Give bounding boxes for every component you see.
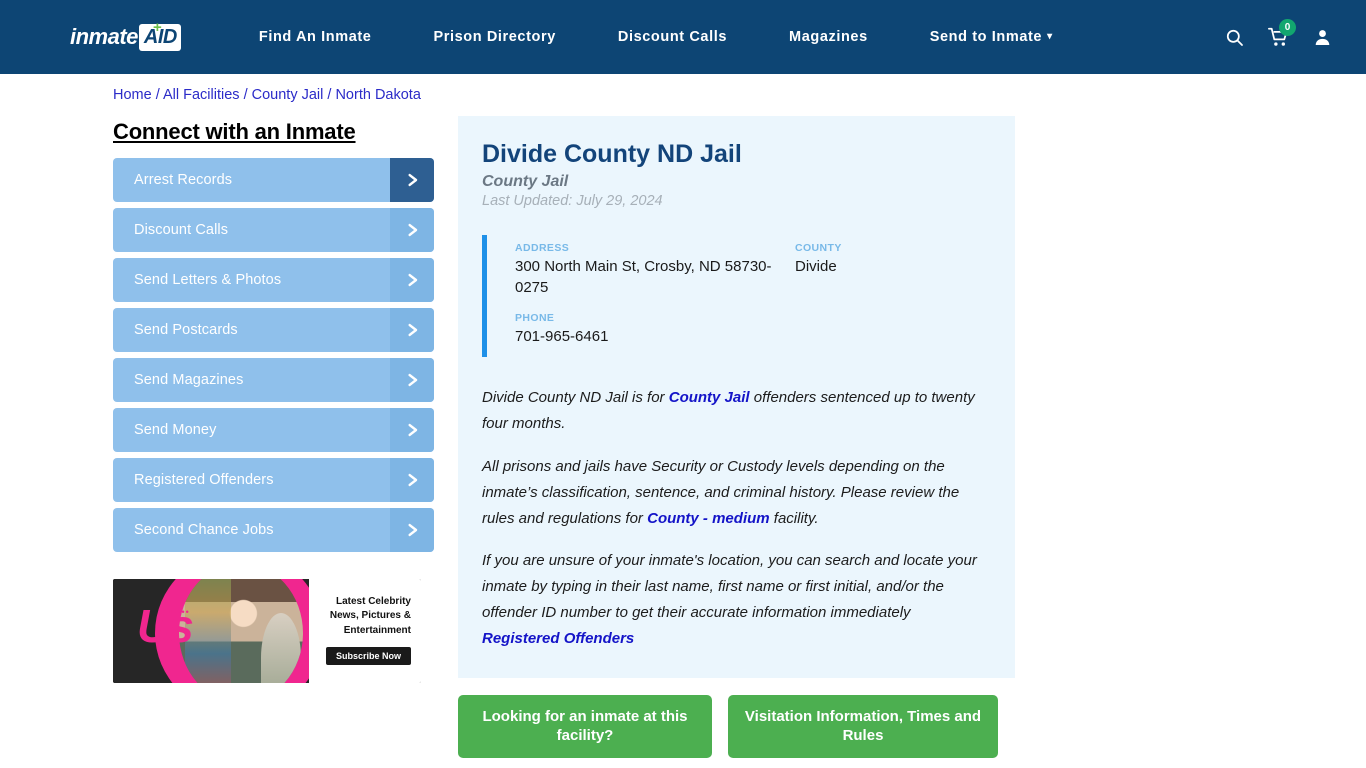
- breadcrumb-separator: /: [243, 87, 248, 103]
- page-body: Home / All Facilities / County Jail / No…: [0, 74, 1366, 758]
- nav-label: Send to Inmate: [929, 29, 1043, 45]
- ad-message-panel: Latest Celebrity News, Pictures & Entert…: [309, 578, 421, 683]
- sidebar-item-label: Send Letters & Photos: [134, 271, 282, 288]
- sidebar-item-discount-calls[interactable]: Discount Calls: [113, 207, 434, 252]
- ad-logo-dots: •••••: [169, 606, 190, 617]
- logo-plus-icon: +: [153, 19, 162, 36]
- chevron-right-icon: [390, 507, 434, 552]
- description-paragraph-1: Divide County ND Jail is for County Jail…: [482, 385, 987, 437]
- sidebar-item-label: Send Magazines: [134, 371, 244, 388]
- breadcrumb-separator: /: [327, 87, 332, 103]
- header-icon-group: 0: [1212, 17, 1344, 57]
- breadcrumb-separator: /: [155, 87, 160, 103]
- ad-subscribe-button[interactable]: Subscribe Now: [325, 647, 411, 666]
- search-icon[interactable]: [1212, 17, 1256, 57]
- nav-label: Prison Directory: [433, 29, 556, 45]
- address-label: ADDRESS: [515, 241, 570, 254]
- desc-text: If you are unsure of your inmate's locat…: [482, 552, 977, 622]
- facility-info-block: ADDRESS 300 North Main St, Crosby, ND 58…: [482, 234, 987, 358]
- nav-item-send-to-inmate[interactable]: Send to Inmate ▾: [930, 23, 1053, 51]
- site-header: inmate + AID Find An Inmate Prison Direc…: [0, 0, 1366, 74]
- chevron-right-icon: [390, 257, 434, 302]
- description-paragraph-3: If you are unsure of your inmate's locat…: [482, 548, 987, 651]
- sidebar-item-arrest-records[interactable]: Arrest Records: [113, 157, 434, 202]
- visitation-info-button[interactable]: Visitation Information, Times and Rules: [728, 694, 998, 758]
- cta-button-row: Looking for an inmate at this facility? …: [458, 694, 1015, 758]
- sidebar-item-label: Discount Calls: [134, 221, 229, 238]
- nav-item-discount-calls[interactable]: Discount Calls: [618, 23, 727, 51]
- find-inmate-button[interactable]: Looking for an inmate at this facility?: [458, 694, 712, 758]
- nav-label: Find An Inmate: [258, 29, 372, 45]
- sidebar-item-label: Second Chance Jobs: [134, 521, 274, 538]
- sidebar-item-send-magazines[interactable]: Send Magazines: [113, 357, 434, 402]
- content-columns: Connect with an Inmate Arrest Records Di…: [113, 115, 1366, 758]
- sidebar-item-send-postcards[interactable]: Send Postcards: [113, 307, 434, 352]
- sidebar-item-send-money[interactable]: Send Money: [113, 407, 434, 452]
- chevron-down-icon: ▾: [1047, 31, 1053, 42]
- sidebar-item-label: Send Money: [134, 421, 217, 438]
- chevron-right-icon: [390, 457, 434, 502]
- logo-wordmark: inmate: [70, 24, 138, 49]
- nav-item-prison-directory[interactable]: Prison Directory: [433, 23, 555, 51]
- phone-value: 701-965-6461: [515, 328, 609, 346]
- county-label: COUNTY: [795, 241, 842, 254]
- sidebar-item-label: Registered Offenders: [134, 471, 274, 488]
- breadcrumb-item-home[interactable]: Home: [113, 87, 152, 103]
- desc-text: facility.: [769, 509, 819, 527]
- sidebar-item-label: Send Postcards: [134, 321, 238, 338]
- cart-icon[interactable]: 0: [1256, 17, 1300, 57]
- sidebar-item-label: Arrest Records: [134, 171, 233, 188]
- last-updated-text: Last Updated: July 29, 2024: [482, 192, 663, 209]
- chevron-right-icon: [390, 407, 434, 452]
- main-navigation: Find An Inmate Prison Directory Discount…: [259, 23, 1212, 51]
- breadcrumb-item-all-facilities[interactable]: All Facilities: [163, 87, 240, 103]
- chevron-right-icon: [390, 157, 434, 202]
- breadcrumb-item-county-jail[interactable]: County Jail: [252, 87, 324, 103]
- ad-photo: [179, 578, 303, 683]
- description-paragraph-2: All prisons and jails have Security or C…: [482, 454, 987, 531]
- ad-headline: Latest Celebrity News, Pictures & Entert…: [329, 595, 411, 636]
- breadcrumb-item-north-dakota[interactable]: North Dakota: [335, 87, 420, 103]
- main-content: Divide County ND Jail County Jail Last U…: [458, 115, 1015, 758]
- facility-type: County Jail: [482, 172, 569, 190]
- chevron-right-icon: [390, 307, 434, 352]
- chevron-right-icon: [390, 357, 434, 402]
- link-county-medium[interactable]: County - medium: [647, 510, 770, 527]
- desc-text: Divide County ND Jail is for: [482, 389, 669, 407]
- cart-count-badge: 0: [1279, 19, 1296, 36]
- site-logo[interactable]: inmate + AID: [70, 19, 181, 51]
- link-county-jail[interactable]: County Jail: [669, 389, 750, 406]
- chevron-right-icon: [390, 207, 434, 252]
- nav-label: Magazines: [789, 29, 868, 45]
- link-registered-offenders[interactable]: Registered Offenders: [482, 626, 634, 652]
- nav-item-find-an-inmate[interactable]: Find An Inmate: [259, 23, 372, 51]
- sidebar: Connect with an Inmate Arrest Records Di…: [113, 116, 434, 683]
- sidebar-item-second-chance-jobs[interactable]: Second Chance Jobs: [113, 507, 434, 552]
- breadcrumb: Home / All Facilities / County Jail / No…: [113, 74, 1366, 116]
- info-column-left: ADDRESS 300 North Main St, Crosby, ND 58…: [515, 242, 795, 348]
- nav-item-magazines[interactable]: Magazines: [789, 23, 868, 51]
- ad-artwork: Us •••••: [113, 578, 309, 683]
- nav-label: Discount Calls: [617, 29, 728, 45]
- phone-label: PHONE: [515, 312, 555, 325]
- user-account-icon[interactable]: [1300, 17, 1344, 57]
- facility-card: Divide County ND Jail County Jail Last U…: [458, 115, 1015, 678]
- info-column-right: COUNTY Divide: [795, 242, 987, 348]
- address-value: 300 North Main St, Crosby, ND 58730-0275: [515, 257, 772, 296]
- sidebar-heading: Connect with an Inmate: [113, 118, 356, 144]
- page-title: Divide County ND Jail: [482, 139, 742, 168]
- county-value: Divide: [795, 257, 837, 275]
- advertisement-banner[interactable]: Us ••••• Latest Celebrity News, Pictures…: [113, 578, 421, 683]
- sidebar-item-registered-offenders[interactable]: Registered Offenders: [113, 457, 434, 502]
- sidebar-item-send-letters-photos[interactable]: Send Letters & Photos: [113, 257, 434, 302]
